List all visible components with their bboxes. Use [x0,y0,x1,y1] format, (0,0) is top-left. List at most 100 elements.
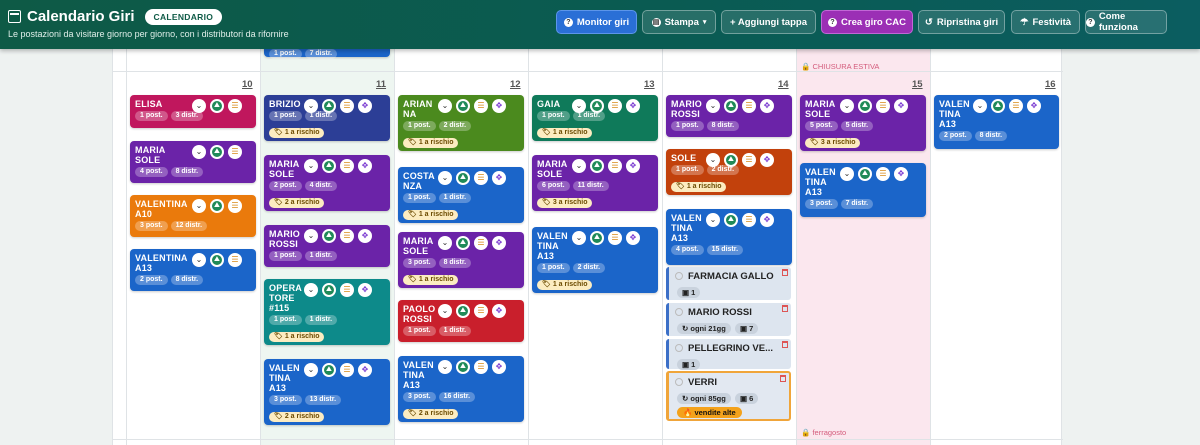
list-icon[interactable]: ☰ [876,167,890,181]
list-icon[interactable]: ☰ [474,99,488,113]
move-icon[interactable]: ✥ [492,171,506,185]
trip-card[interactable]: GAIA ⌄ ⛰ ☰ ✥ 1 post. 1 distr. 🏷 1 a rischio [532,95,658,141]
chevron-down-icon[interactable]: ⌄ [192,99,206,113]
map-icon[interactable]: ⛰ [210,99,224,113]
chevron-down-icon[interactable]: ⌄ [572,99,586,113]
list-icon[interactable]: ☰ [608,231,622,245]
map-icon[interactable]: ⛰ [456,360,470,374]
list-icon[interactable]: ☰ [876,99,890,113]
list-icon[interactable]: ☰ [228,145,242,159]
stampa-button[interactable]: ▤ Stampa ▾ [642,10,716,34]
trip-card[interactable]: MARIA SOLE ⌄ ⛰ ☰ ✥ 3 post. 8 distr. 🏷 1 a risch… [398,232,524,288]
move-icon[interactable]: ✥ [760,153,774,167]
day-number[interactable]: 10 [242,79,253,90]
chevron-down-icon[interactable]: ⌄ [438,236,452,250]
chevron-down-icon[interactable]: ⌄ [304,363,318,377]
list-icon[interactable]: ☰ [228,253,242,267]
monitor-giri-button[interactable]: ? Monitor giri [556,10,637,34]
move-icon[interactable]: ✥ [1027,99,1041,113]
move-icon[interactable]: ✥ [358,283,372,297]
chevron-down-icon[interactable]: ⌄ [192,199,206,213]
chevron-down-icon[interactable]: ⌄ [192,253,206,267]
list-icon[interactable]: ☰ [608,99,622,113]
chevron-down-icon[interactable]: ⌄ [304,283,318,297]
stop-item[interactable]: PELLEGRINO VE... ▣ 1 [666,339,791,370]
drag-handle[interactable] [675,308,683,316]
map-icon[interactable]: ⛰ [210,253,224,267]
day-number[interactable]: 12 [510,79,521,90]
move-icon[interactable]: ✥ [626,99,640,113]
map-icon[interactable]: ⛰ [210,199,224,213]
map-icon[interactable]: ⛰ [724,99,738,113]
trip-card[interactable]: VALEN TINA A13 ⌄ ⛰ ☰ ✥ 3 post. 13 distr. 🏷 2 a … [264,359,390,425]
ripristina-giri-button[interactable]: ↺ Ripristina giri [918,10,1005,34]
chevron-down-icon[interactable]: ⌄ [840,167,854,181]
aggiungi-tappa-button[interactable]: + Aggiungi tappa [721,10,816,34]
chevron-down-icon[interactable]: ⌄ [706,213,720,227]
trip-card[interactable]: MARIA SOLE ⌄ ⛰ ☰ ✥ 5 post. 5 distr. 🏷 3 a risch… [800,95,926,151]
drag-handle[interactable] [675,378,683,386]
trip-card[interactable]: BRIZIO ⌄ ⛰ ☰ ✥ 1 post. 1 distr. 🏷 1 a rischio [264,95,390,141]
chevron-down-icon[interactable]: ⌄ [973,99,987,113]
chevron-down-icon[interactable]: ⌄ [572,159,586,173]
chevron-down-icon[interactable]: ⌄ [304,159,318,173]
trash-icon[interactable] [780,375,786,382]
list-icon[interactable]: ☰ [1009,99,1023,113]
move-icon[interactable]: ✥ [894,99,908,113]
trip-card[interactable]: VALENTINA A10 ⌄ ⛰ ☰ 3 post. 12 distr. [130,195,256,237]
trip-card[interactable]: COSTA NZA ⌄ ⛰ ☰ ✥ 1 post. 1 distr. 🏷 1 a rischi… [398,167,524,223]
list-icon[interactable]: ☰ [474,236,488,250]
stop-item[interactable]: FARMACIA GALLO ▣ 1 [666,267,791,300]
drag-handle[interactable] [675,272,683,280]
list-icon[interactable]: ☰ [228,199,242,213]
move-icon[interactable]: ✥ [626,159,640,173]
map-icon[interactable]: ⛰ [590,231,604,245]
move-icon[interactable]: ✥ [492,304,506,318]
crea-giro-cac-button[interactable]: ? Crea giro CAC [821,10,913,34]
move-icon[interactable]: ✥ [492,360,506,374]
trip-card[interactable]: MARIA SOLE ⌄ ⛰ ☰ 4 post. 8 distr. [130,141,256,183]
chevron-down-icon[interactable]: ⌄ [438,171,452,185]
move-icon[interactable]: ✥ [492,236,506,250]
map-icon[interactable]: ⛰ [456,171,470,185]
trip-card[interactable]: OPERA TORE #115 ⌄ ⛰ ☰ ✥ 1 post. 1 distr. 🏷 1 a … [264,279,390,345]
festivita-button[interactable]: ☂ Festività [1011,10,1080,34]
map-icon[interactable]: ⛰ [322,283,336,297]
list-icon[interactable]: ☰ [742,213,756,227]
move-icon[interactable]: ✥ [760,99,774,113]
move-icon[interactable]: ✥ [358,229,372,243]
list-icon[interactable]: ☰ [474,304,488,318]
map-icon[interactable]: ⛰ [322,363,336,377]
map-icon[interactable]: ⛰ [322,229,336,243]
map-icon[interactable]: ⛰ [210,145,224,159]
map-icon[interactable]: ⛰ [456,304,470,318]
move-icon[interactable]: ✥ [492,99,506,113]
chevron-down-icon[interactable]: ⌄ [304,99,318,113]
map-icon[interactable]: ⛰ [590,99,604,113]
map-icon[interactable]: ⛰ [991,99,1005,113]
chevron-down-icon[interactable]: ⌄ [706,99,720,113]
chevron-down-icon[interactable]: ⌄ [438,304,452,318]
trip-card[interactable]: VALEN TINA A13 ⌄ ⛰ ☰ ✥ 3 post. 16 distr. 🏷 2 a … [398,356,524,422]
list-icon[interactable]: ☰ [340,363,354,377]
trip-card[interactable]: VALENTINA A13 ⌄ ⛰ ☰ 2 post. 8 distr. [130,249,256,291]
chevron-down-icon[interactable]: ⌄ [572,231,586,245]
map-icon[interactable]: ⛰ [456,99,470,113]
trip-card[interactable]: PAOLO ROSSI ⌄ ⛰ ☰ ✥ 1 post. 1 distr. [398,300,524,342]
list-icon[interactable]: ☰ [742,153,756,167]
map-icon[interactable]: ⛰ [322,99,336,113]
trip-card[interactable]: SOLE ⌄ ⛰ ☰ ✥ 1 post. 2 distr. 🏷 1 a rischio [666,149,792,195]
chevron-down-icon[interactable]: ⌄ [438,360,452,374]
trip-card[interactable]: VALEN TINA A13 ⌄ ⛰ ☰ ✥ 3 post. 7 distr. [800,163,926,217]
move-icon[interactable]: ✥ [358,363,372,377]
stop-item[interactable]: VERRI ↻ ogni 85gg ▣ 6 🔥 vendite alte [666,371,791,421]
list-icon[interactable]: ☰ [340,229,354,243]
map-icon[interactable]: ⛰ [590,159,604,173]
drag-handle[interactable] [675,344,683,352]
map-icon[interactable]: ⛰ [724,213,738,227]
trip-card[interactable]: MARIA SOLE ⌄ ⛰ ☰ ✥ 6 post. 11 distr. 🏷 3 a risc… [532,155,658,211]
chevron-down-icon[interactable]: ⌄ [304,229,318,243]
map-icon[interactable]: ⛰ [858,99,872,113]
move-icon[interactable]: ✥ [358,99,372,113]
list-icon[interactable]: ☰ [474,171,488,185]
